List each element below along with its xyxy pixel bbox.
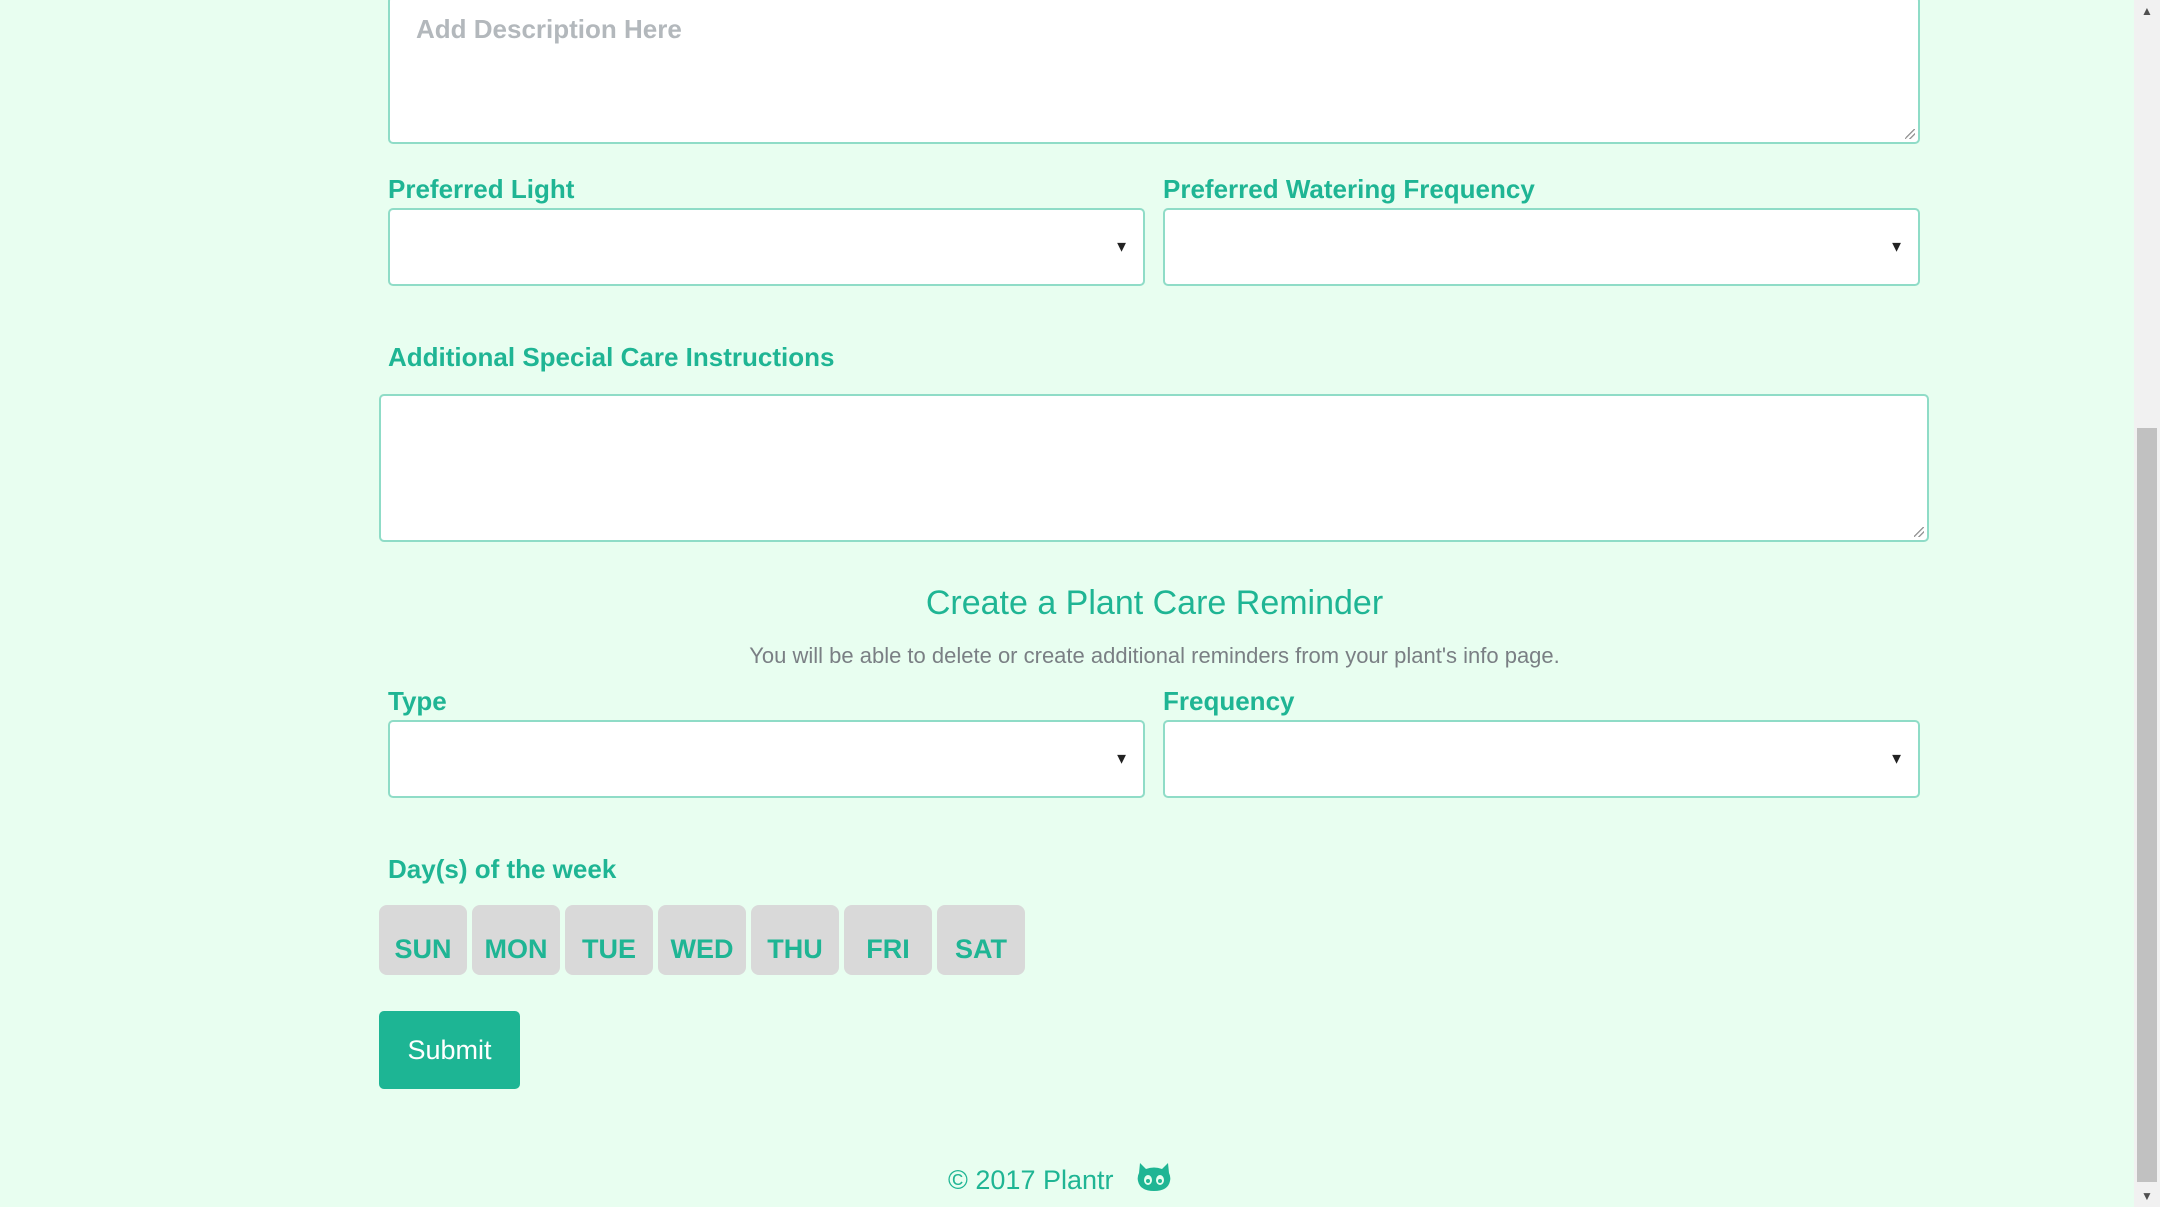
scroll-up-icon[interactable]: ▲	[2134, 0, 2160, 22]
special-care-label: Additional Special Care Instructions	[388, 342, 835, 372]
day-button-tue[interactable]: TUE	[565, 905, 653, 975]
vertical-scrollbar[interactable]: ▲ ▼	[2134, 0, 2160, 1207]
submit-button[interactable]: Submit	[379, 1011, 520, 1089]
day-button-sun[interactable]: SUN	[379, 905, 467, 975]
reminder-title: Create a Plant Care Reminder	[925, 584, 1384, 622]
frequency-label: Frequency	[1163, 686, 1295, 716]
scrollbar-thumb[interactable]	[2137, 428, 2157, 1182]
type-select[interactable]: ▼	[388, 720, 1145, 798]
day-picker: SUN MON TUE WED THU FRI SAT	[379, 905, 1025, 975]
preferred-light-label: Preferred Light	[388, 174, 575, 204]
dropdown-arrow-icon: ▼	[1889, 750, 1904, 768]
description-textarea[interactable]: Add Description Here	[388, 0, 1920, 144]
days-label: Day(s) of the week	[388, 854, 617, 884]
dropdown-arrow-icon: ▼	[1114, 238, 1129, 256]
preferred-watering-select[interactable]: ▼	[1163, 208, 1920, 286]
day-button-sat[interactable]: SAT	[937, 905, 1025, 975]
scroll-down-icon[interactable]: ▼	[2134, 1185, 2160, 1207]
day-button-fri[interactable]: FRI	[844, 905, 932, 975]
frequency-select[interactable]: ▼	[1163, 720, 1920, 798]
special-care-textarea[interactable]	[379, 394, 1929, 542]
resize-grip[interactable]	[1914, 527, 1924, 537]
copyright-text: © 2017 Plantr	[948, 1165, 1114, 1195]
dropdown-arrow-icon: ▼	[1114, 750, 1129, 768]
type-label: Type	[388, 686, 447, 716]
day-button-mon[interactable]: MON	[472, 905, 560, 975]
reminder-subtitle: You will be able to delete or create add…	[749, 643, 1560, 668]
footer: © 2017 Plantr	[948, 1161, 1172, 1200]
resize-grip[interactable]	[1905, 129, 1915, 139]
page: Add Description Here Preferred Light ▼ P…	[0, 0, 2134, 1207]
preferred-light-select[interactable]: ▼	[388, 208, 1145, 286]
day-button-wed[interactable]: WED	[658, 905, 746, 975]
description-placeholder: Add Description Here	[416, 14, 682, 44]
github-icon[interactable]	[1136, 1161, 1172, 1200]
dropdown-arrow-icon: ▼	[1889, 238, 1904, 256]
day-button-thu[interactable]: THU	[751, 905, 839, 975]
preferred-watering-label: Preferred Watering Frequency	[1163, 174, 1535, 204]
